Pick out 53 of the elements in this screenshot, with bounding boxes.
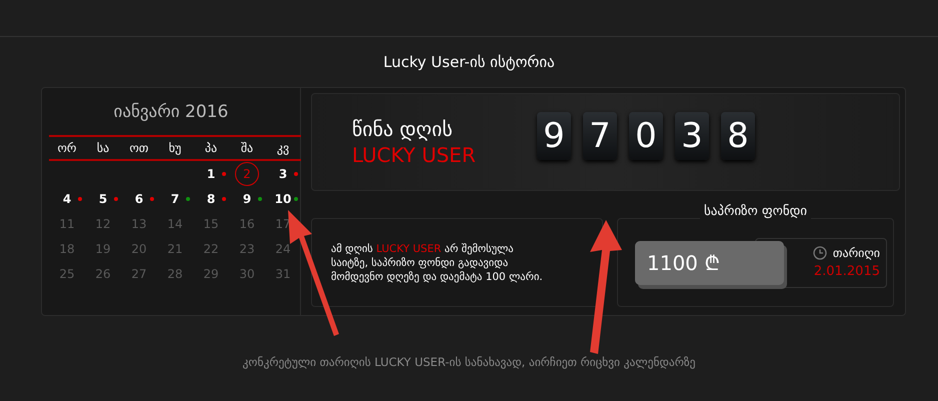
calendar-day: 28 (167, 265, 183, 283)
weekday-label: კვ (276, 140, 290, 156)
weekday-label: ხუ (168, 140, 182, 156)
weekday-label: პა (204, 140, 218, 156)
flip-digit: 9 (537, 112, 571, 160)
prize-title: საპრიზო ფონდი (700, 202, 812, 222)
calendar-day[interactable]: 5 (98, 190, 108, 208)
calendar-day[interactable]: 4 (62, 190, 72, 208)
calendar-day: 22 (203, 240, 219, 258)
flip-digit: 7 (583, 112, 617, 160)
calendar-day[interactable]: 6 (134, 190, 144, 208)
message-text: ამ დღის LUCKY USER არ შემოსულა საიტზე, საპრიზო ფონდი გადავიდა მომდევნო დღეზე და დაემატა 100 ლარი. (331, 242, 544, 284)
page-title: Lucky User-ის ისტორია (383, 52, 555, 73)
calendar-day[interactable]: 9 (242, 190, 252, 208)
weekday-label: სა (96, 140, 110, 156)
flip-digit: 8 (721, 112, 755, 160)
calendar-day: 30 (239, 265, 255, 283)
calendar-day: 24 (275, 240, 291, 258)
calendar-day[interactable]: 1 (206, 165, 216, 183)
flip-digit: 0 (629, 112, 663, 160)
clock-icon (812, 246, 827, 260)
calendar-day: 18 (59, 240, 75, 258)
month-title: იანვარი 2016 (114, 101, 228, 124)
calendar-day: 19 (95, 240, 111, 258)
calendar-day[interactable]: 3 (278, 165, 288, 183)
calendar-day: 14 (167, 215, 183, 233)
calendar-day[interactable]: 7 (170, 190, 180, 208)
prize-amount: 1100 ₾ (635, 240, 784, 284)
calendar-day: 27 (131, 265, 147, 283)
prize-date: 2.01.2015 (814, 262, 880, 281)
footer-hint: კონკრეტული თარიღის LUCKY USER-ის სანახავად, აირჩიეთ რიცხვი კალენდარზე (242, 354, 696, 371)
winner-label: LUCKY USER (352, 142, 477, 168)
calendar-day: 17 (275, 215, 291, 233)
calendar-day: 21 (167, 240, 183, 258)
weekday-label: ორ (56, 140, 78, 156)
calendar-day: 20 (131, 240, 147, 258)
calendar-day: 23 (239, 240, 255, 258)
calendar-day: 15 (203, 215, 219, 233)
calendar-day: 25 (59, 265, 75, 283)
calendar-day: 13 (131, 215, 147, 233)
date-label: თარიღი (832, 244, 880, 262)
calendar-day[interactable]: 8 (206, 190, 216, 208)
calendar-day: 11 (59, 215, 75, 233)
calendar-day[interactable]: 10 (274, 190, 292, 208)
calendar-day: 16 (239, 215, 255, 233)
calendar-day: 31 (275, 265, 291, 283)
winner-heading: წინა დღის (352, 116, 454, 142)
flip-digit: 3 (675, 112, 709, 160)
weekday-label: ოთ (128, 140, 150, 156)
calendar-day: 29 (203, 265, 219, 283)
weekday-label: შა (240, 140, 254, 156)
calendar-day: 26 (95, 265, 111, 283)
calendar-day: 12 (95, 215, 111, 233)
